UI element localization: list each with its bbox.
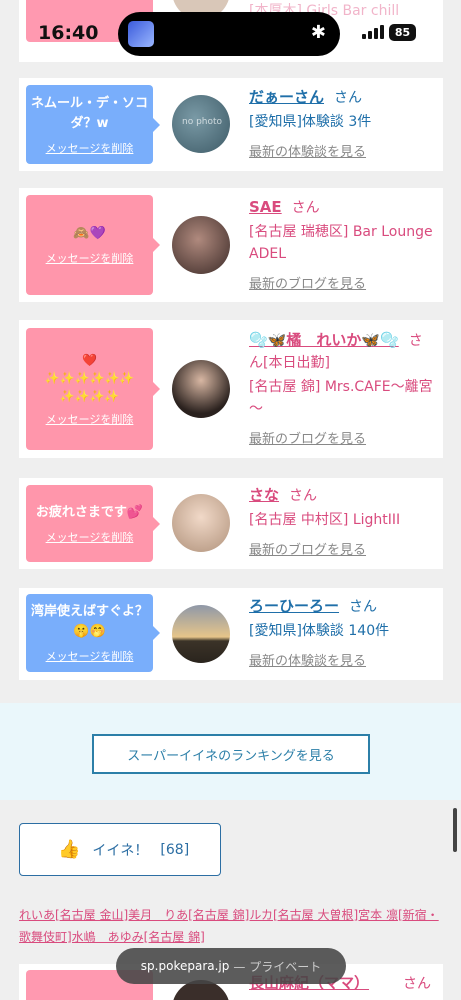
location-text: [愛知県]体験談 140件 — [249, 623, 390, 639]
bluetooth-icon: ✱ — [310, 22, 326, 43]
user-name-link[interactable]: だぁーさん — [249, 88, 324, 106]
url-host: sp.pokepara.jp — [140, 959, 230, 973]
no-photo-label: no photo — [182, 117, 223, 127]
avatar[interactable] — [172, 360, 230, 418]
user-name-link[interactable]: SAE — [249, 198, 282, 216]
latest-link[interactable]: 最新の体験談を見る — [249, 650, 433, 669]
list-item: お疲れさまです💕 メッセージを削除 さな さん [名古屋 中村区] LightII… — [19, 478, 443, 569]
list-item: ネムール・デ・ソコダ？w メッセージを削除 no photo だぁーさん さん [… — [19, 78, 443, 171]
honorific: さん — [403, 976, 431, 992]
now-playing-thumbnail — [128, 21, 154, 47]
latest-link[interactable]: 最新のブログを見る — [249, 539, 433, 558]
avatar[interactable] — [172, 216, 230, 274]
user-name-link[interactable]: ろーひーろー — [249, 597, 339, 615]
location-text: [愛知県]体験談 3件 — [249, 114, 372, 130]
message-text: 🙈💜 — [73, 226, 106, 241]
cellular-signal-icon — [362, 25, 384, 39]
honorific: さん — [291, 200, 320, 216]
delete-message-link[interactable]: メッセージを削除 — [46, 648, 134, 664]
user-name-link[interactable]: さな — [249, 486, 279, 504]
delete-message-link[interactable]: メッセージを削除 — [46, 411, 134, 427]
message-text: ❤️ ✨✨✨✨✨✨ ✨✨✨✨ — [44, 353, 135, 403]
latest-link[interactable]: 最新のブログを見る — [249, 428, 433, 447]
avatar[interactable] — [172, 605, 230, 663]
message-bubble: お疲れさまです💕 メッセージを削除 — [26, 485, 160, 562]
user-name-link[interactable]: 🫧🦋橘 れいか🦋🫧 — [249, 331, 399, 349]
clock: 16:40 — [38, 22, 99, 44]
list-item: ❤️ ✨✨✨✨✨✨ ✨✨✨✨ メッセージを削除 🫧🦋橘 れいか🦋🫧 さん[本日出勤… — [19, 320, 443, 458]
super-like-ranking-button[interactable]: スーパーイイネのランキングを見る — [92, 734, 370, 774]
list-item: 湾岸使えばすぐよ？🤫🤭 メッセージを削除 ろーひーろー さん [愛知県]体験談 1… — [19, 588, 443, 680]
location-text[interactable]: [名古屋 瑞穂区] Bar Lounge ADEL — [249, 221, 433, 265]
address-bar[interactable]: sp.pokepara.jp — プライベート — [116, 948, 346, 984]
delete-message-link[interactable]: メッセージを削除 — [46, 250, 134, 266]
status-bar: 16:40 ✱ 85 — [0, 0, 461, 66]
list-item: 🙈💜 メッセージを削除 SAE さん [名古屋 瑞穂区] Bar Lounge A… — [19, 188, 443, 302]
like-label: イイネ！ — [92, 842, 149, 859]
message-bubble: 🙈💜 メッセージを削除 — [26, 195, 160, 295]
like-button[interactable]: 👍 イイネ！ [68] — [19, 823, 221, 876]
avatar[interactable] — [172, 494, 230, 552]
honorific: さん — [334, 90, 363, 106]
avatar[interactable]: no photo — [172, 95, 230, 153]
dynamic-island[interactable]: ✱ — [118, 12, 340, 56]
message-text: 湾岸使えばすぐよ？🤫🤭 — [30, 604, 148, 639]
delete-message-link[interactable]: メッセージを削除 — [46, 140, 134, 156]
location-text[interactable]: [名古屋 中村区] LightIII — [249, 509, 433, 531]
ranking-section: スーパーイイネのランキングを見る — [0, 703, 461, 800]
message-bubble: ネムール・デ・ソコダ？w メッセージを削除 — [26, 85, 160, 164]
likers-list[interactable]: れいあ[名古屋 金山]美月 りあ[名古屋 錦]ルカ[名古屋 大曽根]宮本 凛[新… — [19, 904, 443, 948]
honorific: さん — [289, 488, 318, 504]
private-label: — プライベート — [233, 959, 322, 974]
latest-link[interactable]: 最新のブログを見る — [249, 273, 433, 292]
message-bubble: ❤️ ✨✨✨✨✨✨ ✨✨✨✨ メッセージを削除 — [26, 328, 160, 450]
honorific: さん — [349, 599, 378, 615]
location-text[interactable]: [名古屋 錦] Mrs.CAFE～離宮～ — [249, 376, 433, 420]
like-count: [68] — [160, 841, 190, 858]
delete-message-link[interactable]: メッセージを削除 — [46, 529, 134, 545]
thumbs-up-icon: 👍 — [58, 839, 81, 860]
latest-link[interactable]: 最新の体験談を見る — [249, 141, 433, 160]
scrollbar[interactable] — [453, 808, 457, 852]
battery-icon: 85 — [389, 24, 416, 41]
message-bubble: 湾岸使えばすぐよ？🤫🤭 メッセージを削除 — [26, 594, 160, 672]
message-text: お疲れさまです💕 — [35, 504, 144, 520]
message-text: ネムール・デ・ソコダ？w — [30, 95, 148, 131]
